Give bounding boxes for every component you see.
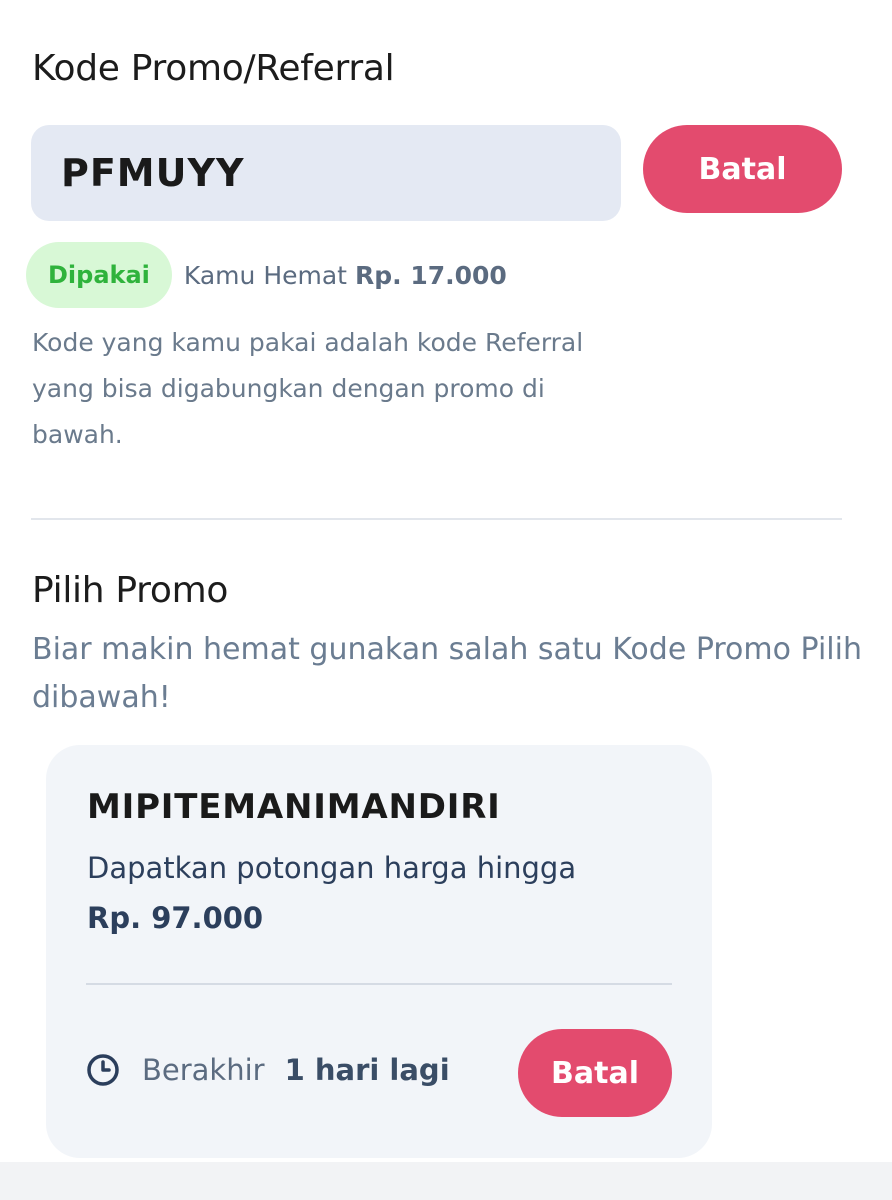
referral-description: Kode yang kamu pakai adalah kode Referra… (32, 328, 584, 449)
referral-cancel-button[interactable]: Batal (643, 125, 842, 213)
promo-card-offer-amount: Rp. 97.000 (87, 901, 264, 935)
expiry-value: 1 hari lagi (284, 1053, 450, 1087)
promo-page: Kode Promo/Referral Batal Dipakai Kamu H… (0, 0, 892, 1200)
section-divider (31, 518, 842, 520)
referral-section-title: Kode Promo/Referral (32, 48, 395, 89)
saved-label: Kamu Hemat (183, 260, 347, 290)
clock-icon (87, 1054, 119, 1086)
promo-card-code: MIPITEMANIMANDIRI (87, 787, 501, 827)
promo-code-input[interactable] (31, 125, 621, 221)
promo-card-offer: Dapatkan potongan harga hingga Rp. 97.00… (87, 843, 667, 943)
promo-card-offer-text: Dapatkan potongan harga hingga (87, 851, 577, 885)
promo-card-expiry: Berakhir 1 hari lagi (86, 1053, 450, 1087)
saved-amount: Rp. 17.000 (354, 260, 507, 290)
promo-section-title: Pilih Promo (32, 570, 229, 611)
referral-status-row: Dipakai Kamu Hemat Rp. 17.000 (26, 242, 507, 308)
expiry-label: Berakhir (142, 1053, 265, 1087)
promo-card[interactable]: MIPITEMANIMANDIRI Dapatkan potongan harg… (46, 745, 712, 1158)
status-badge: Dipakai (26, 242, 172, 308)
promo-card-divider (86, 983, 672, 985)
promo-section-description: Biar makin hemat gunakan salah satu Kode… (32, 632, 862, 715)
bottom-bar (0, 1162, 892, 1200)
promo-cancel-button[interactable]: Batal (518, 1029, 672, 1117)
